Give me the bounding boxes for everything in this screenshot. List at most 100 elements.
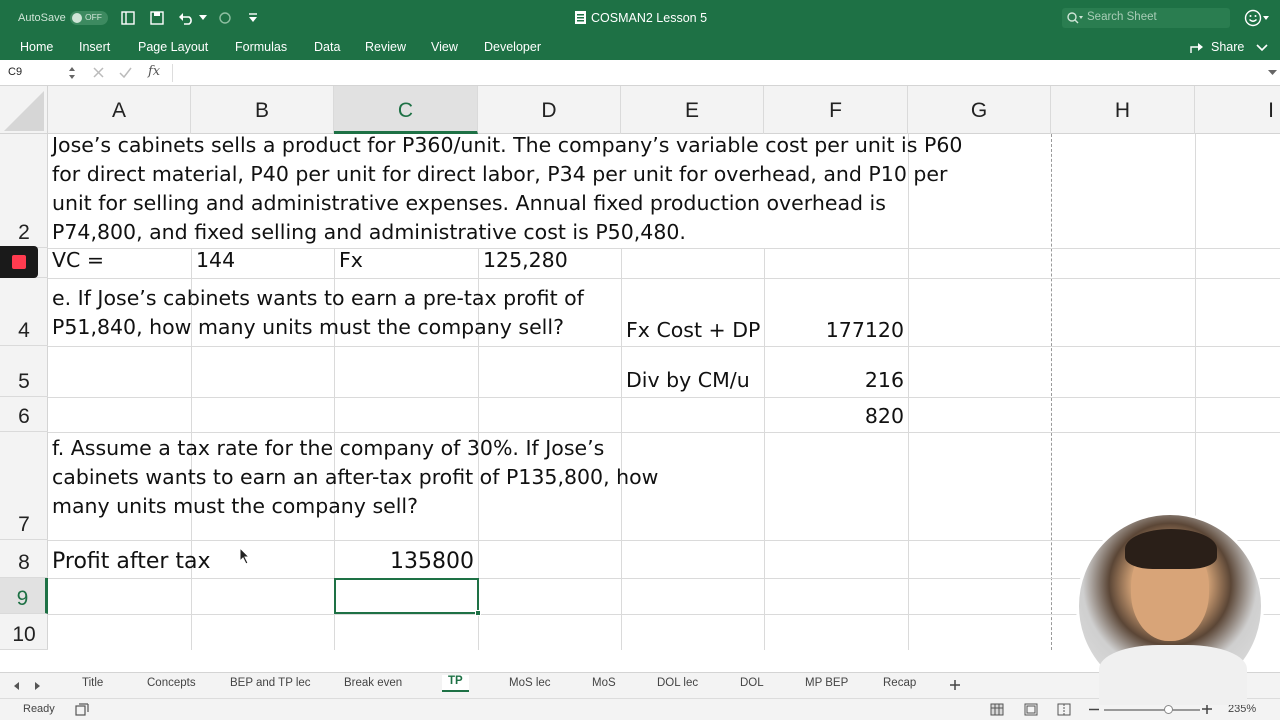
presenter-shirt (1099, 645, 1247, 705)
cell-a7-line-1[interactable]: f. Assume a tax rate for the company of … (52, 434, 604, 463)
cell-e5[interactable]: Div by CM/u (626, 366, 750, 395)
row-header-4[interactable]: 4 (0, 278, 48, 346)
cell-c8[interactable]: 135800 (334, 547, 474, 576)
cell-a8[interactable]: Profit after tax (52, 547, 211, 576)
cancel-entry-icon[interactable] (93, 67, 104, 78)
cell-f5[interactable]: 216 (764, 366, 904, 395)
cell-e4[interactable]: Fx Cost + DP (626, 316, 760, 345)
tab-page-layout[interactable]: Page Layout (138, 40, 208, 54)
formula-expand-icon[interactable] (1268, 70, 1277, 76)
sheet-tab-concepts[interactable]: Concepts (147, 677, 196, 689)
ribbon-collapse-icon[interactable] (1256, 44, 1268, 52)
sheet-tab-recap[interactable]: Recap (883, 677, 916, 689)
search-sheet-box[interactable]: Search Sheet (1062, 8, 1230, 28)
sheet-tab-dol-lec[interactable]: DOL lec (657, 677, 698, 689)
insert-function-button[interactable]: fx (148, 64, 160, 79)
name-box-value: C9 (8, 66, 23, 78)
tab-data[interactable]: Data (314, 40, 340, 54)
column-header-h[interactable]: H (1051, 86, 1195, 134)
cell-a7-line-2[interactable]: cabinets wants to earn an after-tax prof… (52, 463, 658, 492)
page-layout-view-icon[interactable] (1024, 703, 1038, 716)
cell-a4-line-2[interactable]: P51,840, how many units must the company… (52, 313, 564, 342)
cell-f6[interactable]: 820 (764, 402, 904, 431)
sheet-tab-title[interactable]: Title (82, 677, 103, 689)
column-header-e[interactable]: E (621, 86, 764, 134)
row-header-2[interactable]: 2 (0, 134, 48, 248)
cell-a7-line-3[interactable]: many units must the company sell? (52, 492, 418, 521)
tab-review[interactable]: Review (365, 40, 406, 54)
redo-icon[interactable] (218, 11, 232, 25)
share-label: Share (1211, 40, 1245, 54)
prev-sheet-icon[interactable] (12, 681, 20, 691)
cell-a2-line-4: P74,800, and fixed selling and administr… (52, 220, 686, 244)
cell-b3[interactable]: 144 (196, 246, 235, 275)
autosave-toggle[interactable]: OFF (70, 11, 108, 25)
sheet-tab-dol[interactable]: DOL (740, 677, 764, 689)
add-sheet-icon[interactable] (949, 679, 961, 691)
column-header-d[interactable]: D (478, 86, 621, 134)
sidebar-icon[interactable] (121, 11, 135, 25)
zoom-in-icon[interactable] (1202, 704, 1212, 714)
autosave-state: OFF (85, 12, 102, 22)
search-placeholder: Search Sheet (1087, 11, 1157, 23)
name-box[interactable]: C9 (4, 64, 76, 82)
name-box-stepper-icon[interactable] (68, 65, 76, 81)
sheet-tab-mp-bep[interactable]: MP BEP (805, 677, 848, 689)
select-all-icon (4, 91, 44, 131)
column-header-b[interactable]: B (191, 86, 334, 134)
zoom-out-icon[interactable] (1089, 708, 1099, 711)
next-sheet-icon[interactable] (34, 681, 42, 691)
row-header-6[interactable]: 6 (0, 397, 48, 432)
autosave-label: AutoSave (18, 12, 66, 24)
row-header-5[interactable]: 5 (0, 346, 48, 397)
sheet-tab-break-even[interactable]: Break even (344, 677, 402, 689)
selected-cell-c9[interactable] (334, 578, 481, 616)
column-header-f[interactable]: F (764, 86, 908, 134)
tab-insert[interactable]: Insert (79, 40, 110, 54)
sheet-tab-tp[interactable]: TP (442, 675, 469, 692)
row-header-8[interactable]: 8 (0, 540, 48, 578)
undo-icon[interactable] (178, 11, 194, 25)
status-ready: Ready (23, 703, 55, 715)
cell-c3[interactable]: Fx (339, 246, 363, 275)
sheet-tab-mos-lec[interactable]: MoS lec (509, 677, 551, 689)
save-icon[interactable] (150, 11, 164, 25)
undo-dropdown-icon[interactable] (199, 15, 207, 21)
macro-record-icon[interactable] (75, 703, 89, 716)
page-break-view-icon[interactable] (1057, 703, 1071, 716)
row-header-3[interactable] (0, 246, 48, 278)
customize-toolbar-icon[interactable] (248, 13, 258, 23)
confirm-entry-icon[interactable] (119, 67, 132, 78)
sheet-tab-mos[interactable]: MoS (592, 677, 616, 689)
zoom-slider[interactable] (1104, 705, 1200, 714)
tab-developer[interactable]: Developer (484, 40, 541, 54)
smiley-feedback-icon[interactable] (1244, 9, 1270, 27)
column-header-i[interactable]: I (1195, 86, 1280, 134)
cell-a2-line-2: for direct material, P40 per unit for di… (52, 162, 948, 186)
sheet-tab-bep-and-tp-lec[interactable]: BEP and TP lec (230, 677, 311, 689)
tab-formulas[interactable]: Formulas (235, 40, 287, 54)
page-break-line (1051, 134, 1052, 650)
formula-input[interactable] (172, 64, 1257, 82)
cell-f4[interactable]: 177120 (764, 316, 904, 345)
column-header-c[interactable]: C (334, 86, 478, 134)
tab-home[interactable]: Home (20, 40, 53, 54)
column-header-g[interactable]: G (908, 86, 1051, 134)
cell-a3[interactable]: VC = (52, 246, 104, 275)
ribbon-tabs: Home Insert Page Layout Formulas Data Re… (0, 36, 1280, 60)
workbook-icon (575, 11, 586, 24)
cell-a4-line-1[interactable]: e. If Jose’s cabinets wants to earn a pr… (52, 284, 584, 313)
cell-a2-line-3: unit for selling and administrative expe… (52, 191, 886, 215)
zoom-slider-thumb[interactable] (1164, 705, 1173, 714)
tab-view[interactable]: View (431, 40, 458, 54)
select-all-corner[interactable] (0, 86, 48, 134)
row-header-9[interactable]: 9 (0, 578, 48, 614)
fill-handle[interactable] (475, 610, 481, 616)
mouse-cursor-icon (239, 547, 251, 565)
column-header-a[interactable]: A (48, 86, 191, 134)
record-indicator-icon (0, 246, 38, 278)
row-header-7[interactable]: 7 (0, 432, 48, 540)
cell-d3[interactable]: 125,280 (483, 246, 568, 275)
row-header-10[interactable]: 10 (0, 614, 48, 650)
normal-view-icon[interactable] (990, 703, 1004, 716)
